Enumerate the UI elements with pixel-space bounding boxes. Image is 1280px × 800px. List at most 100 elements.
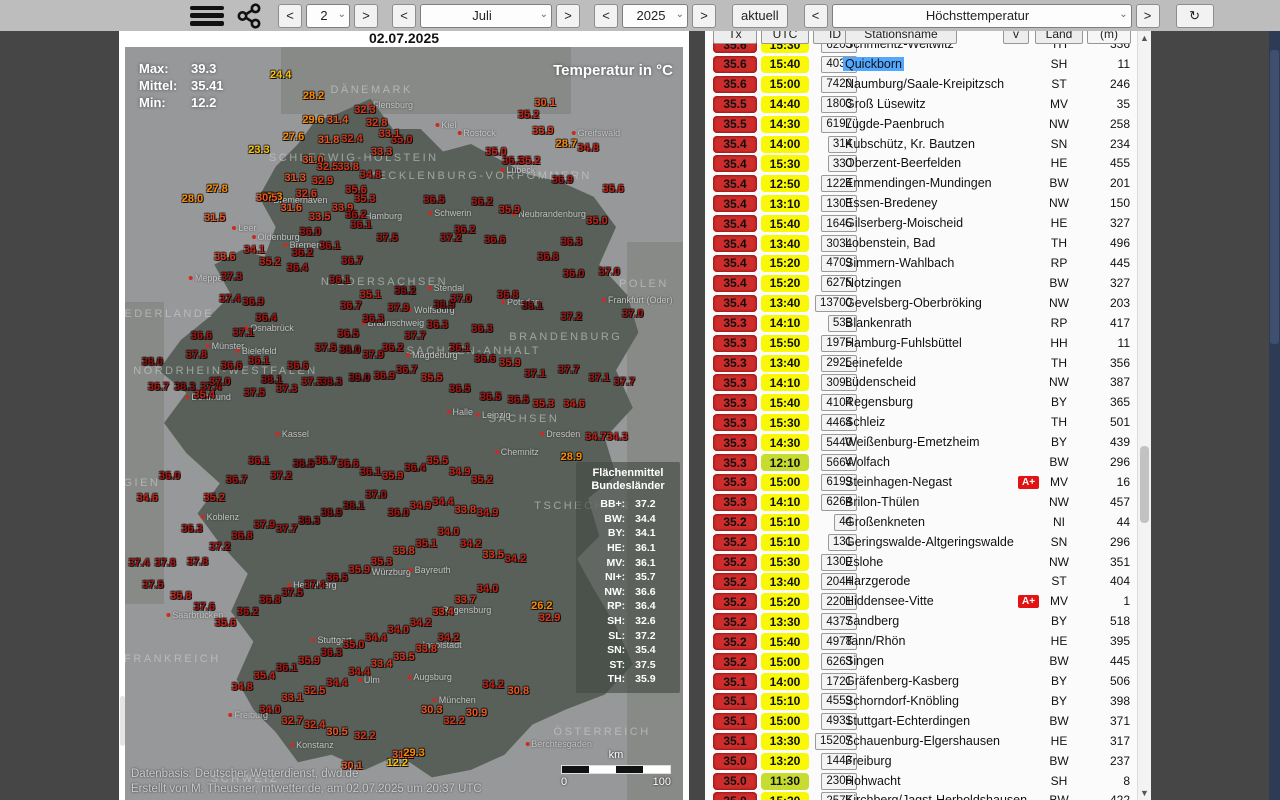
scroll-down-icon[interactable]: ▼	[1138, 788, 1151, 798]
table-row[interactable]: 35.314:10535BlankenrathRP417	[705, 314, 1137, 334]
table-row[interactable]: 35.514:401803Groß LüsewitzMV35	[705, 95, 1137, 115]
map-zoom-slider[interactable]	[120, 696, 125, 746]
day-next-button[interactable]: >	[354, 4, 378, 28]
refresh-button[interactable]: ↻	[1176, 4, 1214, 28]
table-row[interactable]: 35.315:006199Steinhagen-NegastA+MV16	[705, 473, 1137, 493]
map-temp-value: 37.9	[254, 519, 275, 531]
map-temp-value: 31.5	[204, 212, 225, 224]
map-temp-value: 34.2	[410, 617, 431, 629]
station-name-cell: Tann/Rhön	[845, 634, 905, 648]
table-row[interactable]: 35.412:501224Emmendingen-MundingenBW201	[705, 174, 1137, 194]
map-temp-value: 35.9	[499, 357, 520, 369]
header-elevation[interactable]: (m)	[1087, 31, 1131, 44]
city-dot-icon	[428, 211, 432, 215]
table-row[interactable]: 35.514:306197Lügde-PaenbruchNW258	[705, 115, 1137, 135]
table-row[interactable]: 35.213:402044HarzgerodeST404	[705, 572, 1137, 592]
land-cell: BY	[1035, 674, 1083, 688]
page-scrollbar-thumb[interactable]	[1270, 50, 1279, 344]
day-select[interactable]: 2⌄	[306, 4, 350, 28]
table-row[interactable]: 35.312:105664WolfachBW296	[705, 453, 1137, 473]
table-scrollbar-thumb[interactable]	[1140, 446, 1149, 523]
chevron-down-icon: ⌄	[338, 9, 346, 20]
table-row[interactable]: 35.215:006263SingenBW445	[705, 652, 1137, 672]
table-row[interactable]: 35.315:304464SchleizTH501	[705, 413, 1137, 433]
tx-cell: 35.4	[713, 136, 757, 153]
city-dot-icon	[540, 432, 544, 436]
map-temp-value: 35.4	[254, 670, 275, 682]
table-row[interactable]: 35.315:404104RegensburgBY365	[705, 393, 1137, 413]
map-temp-value: 33.9	[532, 125, 553, 137]
header-tx[interactable]: Tx	[713, 31, 757, 44]
table-row[interactable]: 35.215:1044GroßenknetenNI44	[705, 513, 1137, 533]
table-row[interactable]: 35.213:304377SandbergBY518	[705, 612, 1137, 632]
table-row[interactable]: 35.415:204709Simmern-WahlbachRP445	[705, 254, 1137, 274]
metric-select[interactable]: Höchsttemperatur⌄	[832, 4, 1132, 28]
table-row[interactable]: 35.315:501975Hamburg-FuhlsbüttelHH11	[705, 334, 1137, 354]
year-prev-button[interactable]: <	[594, 4, 618, 28]
land-cell: NW	[1035, 117, 1083, 131]
tx-cell: 35.3	[713, 494, 757, 511]
scroll-up-icon[interactable]: ▲	[1138, 33, 1151, 43]
table-row[interactable]: 35.215:10131Geringswalde-Altgeringswalde…	[705, 533, 1137, 553]
table-row[interactable]: 35.413:403034Lobenstein, BadTH496	[705, 234, 1137, 254]
table-row[interactable]: 35.314:305440Weißenburg-EmetzheimBY439	[705, 433, 1137, 453]
header-land[interactable]: Land	[1035, 31, 1083, 44]
table-row[interactable]: 35.114:001721Gräfenberg-KasbergBY506	[705, 672, 1137, 692]
month-prev-button[interactable]: <	[392, 4, 416, 28]
table-row[interactable]: 35.115:004931Stuttgart-EchterdingenBW371	[705, 712, 1137, 732]
map-canvas[interactable]: DÄNEMARKSCHLESWIG-HOLSTEINMECKLENBURG-VO…	[125, 46, 683, 800]
table-row[interactable]: 35.313:402925LeinefeldeTH356	[705, 354, 1137, 374]
table-row[interactable]: 35.011:302306HohwachtSH8	[705, 772, 1137, 792]
table-row[interactable]: 35.414:00314Kubschütz, Kr. BautzenSN234	[705, 135, 1137, 155]
aktuell-button[interactable]: aktuell	[732, 4, 788, 28]
city-label: Greifswald	[572, 128, 621, 138]
metric-prev-button[interactable]: <	[804, 4, 828, 28]
table-row[interactable]: 35.314:103098LüdenscheidNW387	[705, 373, 1137, 393]
table-row[interactable]: 35.615:007420Naumburg/Saale-KreipitzschS…	[705, 75, 1137, 95]
map-temp-value: 35.9	[349, 564, 370, 576]
map-temp-value: 33.5	[309, 211, 330, 223]
year-next-button[interactable]: >	[692, 4, 716, 28]
table-row[interactable]: 35.115:104559Schorndorf-KnöblingBY398	[705, 692, 1137, 712]
day-prev-button[interactable]: <	[278, 4, 302, 28]
table-row[interactable]: 35.415:401645Gilserberg-MoischeidHE327	[705, 214, 1137, 234]
land-cell: HE	[1035, 734, 1083, 748]
page-scrollbar[interactable]	[1269, 27, 1280, 800]
map-temp-value: 37.1	[233, 327, 254, 339]
map-temp-value: 38.5	[293, 458, 314, 470]
map-temp-value: 35.0	[343, 639, 364, 651]
metric-next-button[interactable]: >	[1136, 4, 1160, 28]
table-scrollbar[interactable]: ▲ ▼	[1137, 31, 1151, 800]
month-select[interactable]: Juli⌄	[420, 4, 552, 28]
table-row[interactable]: 35.413:101303Essen-BredeneyNW150	[705, 194, 1137, 214]
map-temp-value: 32.5	[304, 685, 325, 697]
table-row[interactable]: 35.113:3015207Schauenburg-ElgershausenHE…	[705, 732, 1137, 752]
city-dot-icon	[252, 235, 256, 239]
table-row[interactable]: 35.215:301300EsloheNW351	[705, 553, 1137, 573]
table-row[interactable]: 35.215:404978Tann/RhönHE395	[705, 632, 1137, 652]
table-row[interactable]: 35.015:202575Kirchberg/Jagst-Herboldshau…	[705, 791, 1137, 800]
station-name-cell: Notzingen	[845, 276, 901, 290]
table-row[interactable]: 35.314:106264Brilon-ThülenNW457	[705, 493, 1137, 513]
elevation-cell: 395	[1080, 634, 1130, 648]
city-dot-icon	[232, 226, 236, 230]
table-row[interactable]: 35.615:404039QuickbornSH11	[705, 55, 1137, 75]
header-sort[interactable]: v	[1003, 31, 1029, 44]
map-temp-value: 38.3	[174, 381, 195, 393]
header-utc[interactable]: UTC	[761, 31, 809, 44]
toolbar: < 2⌄ > < Juli⌄ > < 2025⌄ > aktuell < Höc…	[0, 0, 1280, 31]
table-row[interactable]: 35.413:4013700Gevelsberg-OberbrökingNW20…	[705, 294, 1137, 314]
station-name-cell: Kubschütz, Kr. Bautzen	[845, 137, 975, 151]
table-row[interactable]: 35.415:206275NotzingenBW327	[705, 274, 1137, 294]
table-row[interactable]: 35.215:202201Hiddensee-VitteA+MV1	[705, 592, 1137, 612]
map-temp-value: 37.4	[219, 293, 240, 305]
table-row[interactable]: 35.415:30330Oberzent-BeerfeldenHE455	[705, 154, 1137, 174]
menu-icon[interactable]	[190, 6, 224, 26]
share-icon[interactable]	[236, 3, 262, 29]
header-stationsname[interactable]: Stationsname	[845, 31, 957, 44]
table-row[interactable]: 35.013:201443FreiburgBW237	[705, 752, 1137, 772]
year-select[interactable]: 2025⌄	[622, 4, 688, 28]
land-cell: HH	[1035, 336, 1083, 350]
month-next-button[interactable]: >	[556, 4, 580, 28]
map-temp-value: 34.0	[438, 526, 459, 538]
